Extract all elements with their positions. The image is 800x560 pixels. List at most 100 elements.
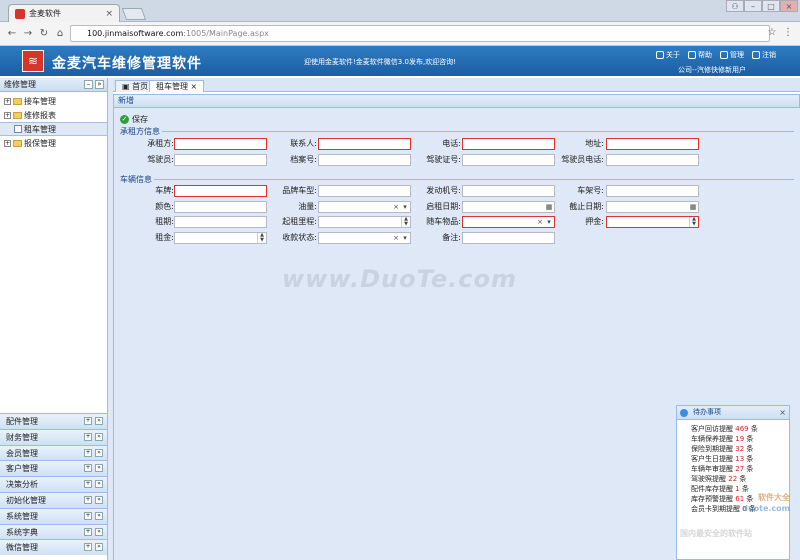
field-input[interactable]: ▾ × [462,216,555,228]
field-input[interactable] [462,153,555,166]
todo-item[interactable]: 车辆年审提醒 27 条 [691,464,789,474]
accordion-item[interactable]: 财务管理 +» [0,428,107,445]
pin-icon[interactable]: » [95,432,103,441]
expand-icon[interactable]: + [84,464,92,473]
save-button[interactable]: ✓ 保存 [120,114,148,125]
field-input[interactable] [606,185,699,197]
field-input[interactable] [318,185,411,197]
new-tab-button[interactable] [121,8,147,20]
field-input[interactable] [174,153,267,166]
pin-icon[interactable]: » [95,480,103,489]
user-icon[interactable]: ⚇ [726,0,744,12]
field-input[interactable]: ▾ × [318,200,411,213]
field-input[interactable] [174,200,267,213]
pin-icon[interactable]: » [95,496,103,504]
menu-icon[interactable]: ⋮ [780,27,796,38]
accordion-item[interactable]: 决策分析 +» [0,476,107,493]
field-label: 电话: [442,139,461,148]
field-input[interactable] [318,153,411,166]
star-icon[interactable]: ☆ [764,27,780,38]
field-input[interactable]: ▦ [462,200,555,213]
field-label: 油量: [298,201,317,211]
reload-icon[interactable]: ↻ [36,28,52,39]
spinner-icon[interactable]: ▲ ▼ [689,217,698,227]
back-icon[interactable]: ← [4,28,20,39]
todo-item[interactable]: 客户生日提醒 13 条 [691,454,789,464]
logout-link[interactable]: 注销 [752,50,776,60]
expand-icon[interactable]: + [4,139,11,147]
pin-icon[interactable]: » [95,543,103,552]
accordion-item[interactable]: 系统字典 +» [0,523,107,540]
expand-icon[interactable]: + [84,448,92,457]
todo-item[interactable]: 客户回访提醒 469 条 [691,424,789,434]
expand-icon[interactable]: + [84,511,92,520]
field-input[interactable] [174,138,267,150]
field-input[interactable]: ▾ × [318,231,411,244]
tab-close-icon[interactable]: × [188,82,198,91]
accordion-item[interactable]: 微信管理 +» [0,539,107,556]
pin-icon[interactable]: » [95,417,103,425]
field-input[interactable] [462,185,555,197]
url-input[interactable]: 100.jinmaisoftware.com:1005/MainPage.asp… [70,25,770,42]
accordion-item[interactable]: 初始化管理 +» [0,492,107,508]
tree-item-insurance[interactable]: + 报保管理 [0,136,107,150]
expand-icon[interactable]: + [84,480,92,489]
field-input[interactable] [462,231,555,244]
todo-item[interactable]: 保险到期提醒 32 条 [691,444,789,454]
field-input[interactable] [174,185,267,197]
left-nav-header: 维修管理 – » [0,78,107,92]
pin-icon[interactable]: » [95,527,103,536]
expand-icon[interactable]: + [84,543,92,552]
tree-item-reception[interactable]: + 接车管理 [0,94,107,108]
expand-icon[interactable]: + [84,527,92,536]
expand-icon[interactable]: + [84,496,92,504]
field-input[interactable]: ▲ ▼ [606,216,699,228]
field-input[interactable]: ▲ ▼ [174,231,267,244]
minimize-button[interactable]: – [744,0,762,12]
calendar-icon[interactable]: ▦ [688,202,698,212]
close-icon[interactable]: × [779,406,786,419]
field-input[interactable] [174,216,267,228]
todo-item-count: 13 [735,455,745,463]
help-link[interactable]: 帮助 [688,50,712,60]
expand-icon[interactable]: + [84,432,92,441]
field-input[interactable] [606,153,699,166]
accordion-item[interactable]: 配件管理 +» [0,413,107,429]
tree-item-rental[interactable]: 租车管理 [0,122,107,136]
accordion-item[interactable]: 系统管理 +» [0,507,107,524]
help-icon [688,51,696,59]
field-label: 租金: [155,232,174,242]
browser-tab[interactable]: 金麦软件 × [8,4,120,22]
todo-item[interactable]: 驾驶照提醒 22 条 [691,474,789,484]
expand-icon[interactable]: + [4,97,11,105]
tree-item-report[interactable]: + 维修报表 [0,108,107,122]
field-input[interactable] [318,138,411,150]
pin-icon[interactable]: » [95,448,103,457]
field-label: 车架号: [577,186,604,195]
close-window-button[interactable]: × [780,0,798,12]
field-input[interactable] [606,138,699,150]
todo-item[interactable]: 车辆保养提醒 19 条 [691,434,789,444]
pin-icon[interactable]: » [95,511,103,520]
expand-icon[interactable]: + [4,111,11,119]
home-icon[interactable]: ⌂ [52,28,68,39]
clear-icon[interactable]: × [392,202,400,212]
accordion-item[interactable]: 会员管理 +» [0,444,107,461]
pin-icon[interactable]: » [95,80,104,89]
admin-link[interactable]: 管理 [720,50,744,60]
maximize-button[interactable]: □ [762,0,780,12]
field-input[interactable] [462,138,555,150]
clear-icon[interactable]: × [392,233,400,243]
about-link[interactable]: 关于 [656,50,680,60]
field-input[interactable]: ▦ [606,200,699,213]
collapse-icon[interactable]: – [84,80,93,89]
pin-icon[interactable]: » [95,464,103,473]
tab-rental[interactable]: 租车管理 × [149,80,205,92]
expand-icon[interactable]: + [84,417,92,425]
accordion-item[interactable]: 客户管理 +» [0,460,107,477]
close-tab-icon[interactable]: × [105,9,113,19]
field-input[interactable]: ▲ ▼ [318,216,411,228]
folder-icon [13,139,22,147]
forward-icon[interactable]: → [20,28,36,39]
clear-icon[interactable]: × [536,217,544,227]
